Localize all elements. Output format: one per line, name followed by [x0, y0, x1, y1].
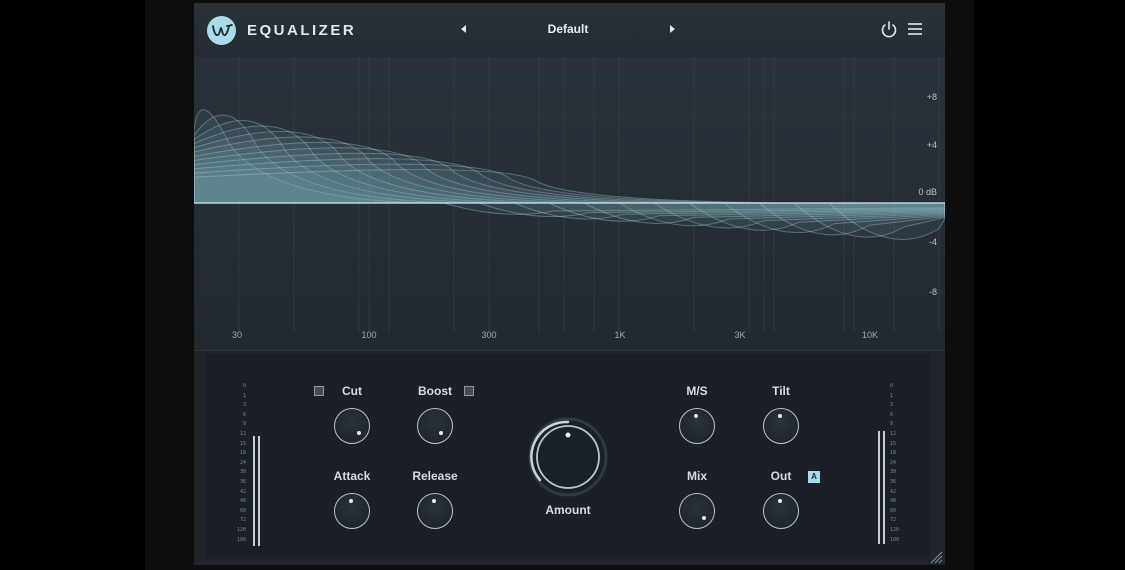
right-letterbox [974, 0, 1125, 570]
previous-preset-button[interactable] [454, 20, 472, 38]
triangle-left-icon [461, 25, 466, 33]
out-knob[interactable] [763, 493, 799, 529]
meter-scale-tick: 1 [890, 392, 894, 399]
eq-graph-canvas: +8 +4 0 dB -4 -8 30 100 300 1K 3K 10K [194, 57, 945, 340]
meter-scale-tick: 30 [239, 469, 246, 476]
meter-scale-tick: 42 [239, 488, 246, 495]
meter-scale-tick: 60 [890, 507, 897, 514]
meter-scale-tick: 12 [890, 431, 897, 437]
preset-name[interactable]: Default [516, 22, 620, 36]
out-auto-badge[interactable]: A [808, 471, 820, 483]
amount-knob[interactable] [528, 417, 608, 497]
meter-scale-tick: 1 [242, 392, 246, 399]
frequency-axis-label: 10K [862, 330, 878, 340]
boost-label: Boost [418, 384, 452, 398]
plugin-header: EQUALIZER Default [194, 3, 945, 57]
meter-scale-tick: 3 [890, 402, 894, 409]
meter-scale-tick: 6 [242, 411, 246, 418]
frequency-axis-label: 30 [232, 330, 242, 340]
meter-scale-tick: 36 [239, 479, 246, 485]
input-meter-bar-r [258, 436, 260, 546]
equalizer-plugin-window: EQUALIZER Default +8 +4 0 dB -4 -8 30 10… [194, 3, 945, 565]
db-axis-label: -8 [929, 287, 937, 297]
meter-scale-tick: 15 [239, 440, 246, 447]
release-label: Release [412, 469, 458, 483]
meter-scale-tick: 36 [890, 479, 897, 485]
meter-scale-tick: 120 [236, 527, 246, 533]
meter-scale-tick: 42 [890, 488, 897, 495]
control-panel: 0 1 3 6 9 12 15 18 24 30 36 42 48 60 72 120 100 Cut Boos… [194, 350, 945, 565]
meter-scale-tick: 100 [236, 536, 246, 543]
attack-knob[interactable] [334, 493, 370, 529]
meter-scale-tick: 48 [239, 498, 246, 505]
db-axis-label: +8 [927, 92, 937, 102]
tilt-knob[interactable] [763, 408, 799, 444]
meter-scale-tick: 120 [890, 527, 900, 533]
db-axis-label: +4 [927, 140, 937, 150]
meter-scale-tick: 100 [890, 536, 900, 543]
meter-scale-tick: 0 [890, 383, 894, 389]
boost-knob[interactable] [417, 408, 453, 444]
meter-scale-tick: 24 [239, 459, 246, 466]
left-letterbox [0, 0, 145, 570]
output-level-meter: 0 1 3 6 9 12 15 18 24 30 36 42 48 60 72 120 100 [874, 381, 914, 551]
triangle-right-icon [670, 25, 675, 33]
input-level-meter: 0 1 3 6 9 12 15 18 24 30 36 42 48 60 72 120 100 [228, 381, 268, 551]
meter-scale-tick: 18 [890, 450, 897, 457]
meter-scale-tick: 3 [242, 402, 246, 409]
eq-response-graph[interactable]: +8 +4 0 dB -4 -8 30 100 300 1K 3K 10K [194, 57, 945, 350]
power-button[interactable] [879, 19, 899, 39]
output-meter-bar-r [883, 431, 885, 544]
frequency-axis-label: 300 [481, 330, 496, 340]
meter-scale-tick: 15 [890, 440, 897, 447]
meter-scale-tick: 9 [242, 421, 246, 428]
frequency-axis-label: 100 [361, 330, 376, 340]
db-axis-label: -4 [929, 237, 937, 247]
menu-button[interactable] [906, 21, 924, 37]
meter-scale-tick: 18 [239, 450, 246, 457]
input-meter-bar-l [253, 436, 255, 546]
w-logo-icon [207, 16, 236, 45]
attack-label: Attack [333, 469, 371, 483]
meter-scale-tick: 60 [239, 507, 246, 514]
tilt-label: Tilt [772, 384, 790, 398]
hamburger-menu-icon [908, 23, 922, 35]
db-axis-label: 0 dB [918, 187, 937, 197]
frequency-axis-label: 1K [614, 330, 625, 340]
boost-checkbox[interactable] [464, 386, 474, 396]
cut-label: Cut [342, 384, 362, 398]
amount-label: Amount [545, 503, 591, 517]
power-icon [881, 21, 897, 38]
meter-scale-tick: 72 [890, 517, 897, 524]
mix-label: Mix [686, 469, 707, 483]
meter-scale-tick: 9 [890, 421, 894, 428]
next-preset-button[interactable] [664, 20, 682, 38]
meter-scale-tick: 72 [239, 517, 246, 524]
ms-knob[interactable] [679, 408, 715, 444]
release-knob[interactable] [417, 493, 453, 529]
resize-grip-icon[interactable] [929, 550, 943, 564]
ms-label: M/S [686, 384, 708, 398]
meter-scale-tick: 30 [890, 469, 897, 476]
meter-scale-tick: 48 [890, 498, 897, 505]
mix-knob[interactable] [679, 493, 715, 529]
meter-scale-tick: 12 [239, 431, 246, 437]
meter-scale-tick: 24 [890, 459, 897, 466]
meter-scale-tick: 0 [242, 383, 246, 389]
plugin-title: EQUALIZER [247, 22, 357, 39]
output-meter-bar-l [878, 431, 880, 544]
meter-scale-tick: 6 [890, 411, 894, 418]
frequency-axis-label: 3K [734, 330, 745, 340]
cut-knob[interactable] [334, 408, 370, 444]
